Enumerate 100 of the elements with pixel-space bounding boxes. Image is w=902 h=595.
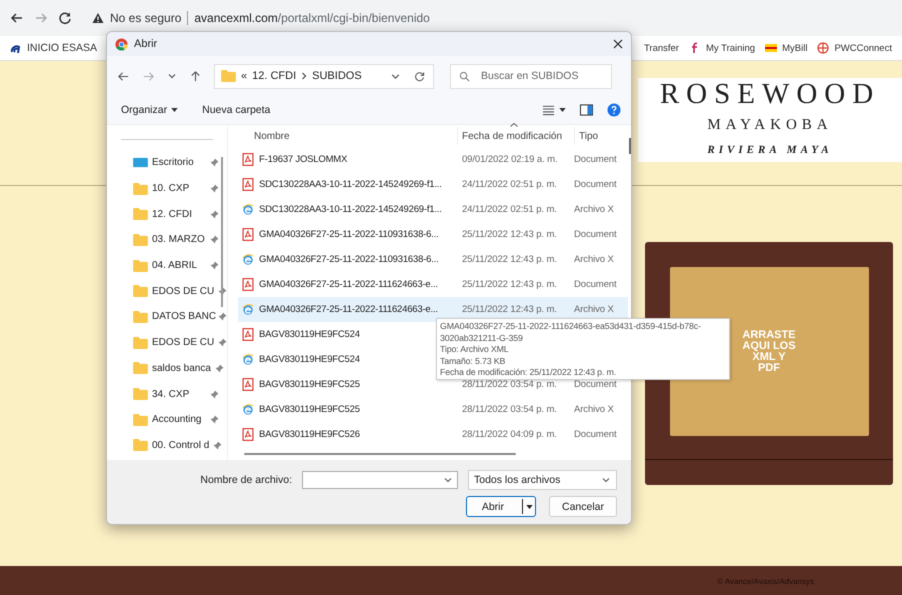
new-folder-button[interactable]: Nueva carpeta xyxy=(194,101,278,119)
file-type: Archivo X xyxy=(574,304,614,315)
pdf-file-icon xyxy=(242,328,254,341)
file-row[interactable]: GMA040326F27-25-11-2022-110931638-6... 25/11/2022 12:43 p. m. Document xyxy=(238,222,628,247)
cancel-button[interactable]: Cancelar xyxy=(549,496,617,517)
sidebar-item[interactable]: DATOS BANC xyxy=(107,304,227,330)
open-button[interactable]: Abrir xyxy=(466,496,536,517)
close-icon[interactable] xyxy=(613,39,623,49)
folder-icon xyxy=(133,388,148,400)
file-name: GMA040326F27-25-11-2022-111624663-e... xyxy=(259,304,438,315)
file-row[interactable]: GMA040326F27-25-11-2022-111624663-e... 25/11/2022 12:43 p. m. Archivo X xyxy=(238,297,628,322)
sidebar-item[interactable]: saldos banca xyxy=(107,356,227,382)
scrollbar-thumb[interactable] xyxy=(244,453,516,455)
refresh-icon xyxy=(414,70,425,82)
tooltip-text: Fecha de modificación: 25/11/2022 12:43 p. m. xyxy=(440,367,616,378)
sidebar-item[interactable]: 34. CXP xyxy=(107,381,227,407)
bookmark[interactable]: PWCConnect xyxy=(817,42,892,54)
file-date: 28/11/2022 03:54 p. m. xyxy=(462,404,557,415)
file-row[interactable]: SDC130228AA3-10-11-2022-145249269-f1... 24/11/2022 02:51 p. m. Document xyxy=(238,172,628,197)
sidebar-item[interactable]: 12. CFDI xyxy=(107,201,227,228)
tooltip-text: Tamaño: 5.73 KB xyxy=(440,356,506,367)
chevron-down-icon[interactable] xyxy=(167,71,177,81)
dialog-title: Abrir xyxy=(134,38,158,50)
search-icon xyxy=(459,70,470,82)
sidebar-item[interactable]: Escritorio xyxy=(107,150,227,176)
back-icon[interactable] xyxy=(117,70,130,82)
browser-e-icon xyxy=(242,403,254,416)
caret-icon xyxy=(526,504,533,508)
file-type: Document xyxy=(574,229,616,240)
pdf-file-icon xyxy=(242,378,254,391)
sidebar-item[interactable]: 00. Control d xyxy=(107,432,227,458)
file-date: 09/01/2022 02:19 a. m. xyxy=(462,154,558,165)
file-date: 25/11/2022 12:43 p. m. xyxy=(462,304,557,315)
pdf-file-icon xyxy=(242,278,254,291)
back-icon[interactable] xyxy=(10,11,24,25)
file-type: Archivo X xyxy=(574,204,614,215)
pdf-file-icon xyxy=(242,178,254,191)
folder-icon xyxy=(133,414,148,426)
file-name: SDC130228AA3-10-11-2022-145249269-f1... xyxy=(259,204,442,215)
folder-icon xyxy=(133,208,148,220)
browser-e-icon xyxy=(242,253,254,266)
sidebar-item[interactable]: 10. CXP xyxy=(107,176,227,202)
pdf-file-icon xyxy=(242,428,254,441)
chevron-down-icon xyxy=(443,475,453,485)
sidebar-item[interactable]: Accounting xyxy=(107,406,227,433)
logo-name: ROSEWOOD xyxy=(660,78,880,110)
stripes-icon xyxy=(765,42,778,54)
file-type: Archivo X xyxy=(574,254,614,265)
file-date: 24/11/2022 02:51 p. m. xyxy=(462,204,557,215)
folder-icon xyxy=(133,285,148,298)
bookmark[interactable]: INICIO ESASA xyxy=(10,42,98,54)
sidebar-item[interactable]: EDOS DE CU xyxy=(107,330,227,356)
folder-icon xyxy=(133,362,148,374)
preview-pane-icon[interactable] xyxy=(580,104,593,116)
scrollbar-thumb[interactable] xyxy=(629,138,631,154)
file-name: BAGV830119HE9FC524 xyxy=(259,329,360,340)
sidebar-item[interactable]: EDOS DE CU xyxy=(107,278,227,304)
globe-icon xyxy=(817,42,830,54)
organize-button[interactable]: Organizar xyxy=(113,101,186,119)
reload-icon[interactable] xyxy=(58,11,72,25)
file-row[interactable]: BAGV830119HE9FC525 28/11/2022 03:54 p. m. Archivo X xyxy=(238,397,628,422)
file-row[interactable]: BAGV830119HE9FC526 28/11/2022 04:09 p. m. Document xyxy=(238,422,628,447)
file-name: GMA040326F27-25-11-2022-110931638-6... xyxy=(259,229,439,240)
view-list-icon[interactable] xyxy=(542,104,555,116)
filename-field[interactable] xyxy=(302,471,458,489)
bookmark[interactable]: Transfer xyxy=(644,42,679,54)
sidebar-item[interactable]: 04. ABRIL xyxy=(107,252,227,278)
caret-icon[interactable] xyxy=(559,108,566,112)
breadcrumb-item[interactable]: SUBIDOS xyxy=(312,70,362,82)
file-row[interactable]: F-19637 JOSLOMMX 09/01/2022 02:19 a. m. Document xyxy=(238,147,628,172)
file-type: Document xyxy=(574,154,616,165)
help-icon[interactable] xyxy=(607,103,621,117)
browser-e-icon xyxy=(242,353,254,366)
folder-icon xyxy=(133,260,148,272)
file-row[interactable]: GMA040326F27-25-11-2022-111624663-e... 25/11/2022 12:43 p. m. Document xyxy=(238,272,628,297)
file-type: Document xyxy=(574,379,616,390)
overflow-marker: « xyxy=(241,70,248,82)
browser-e-icon xyxy=(242,303,254,316)
tooltip-text: Tipo: Archivo XML xyxy=(440,344,509,356)
bookmark[interactable]: My Training xyxy=(688,42,756,54)
path-bar[interactable]: « 12. CFDI SUBIDOS xyxy=(214,64,434,88)
bookmark[interactable]: MyBill xyxy=(765,42,808,54)
folder-icon xyxy=(133,234,148,246)
column-header[interactable]: Fecha de modificación xyxy=(458,127,575,145)
file-row[interactable]: SDC130228AA3-10-11-2022-145249269-f1... 24/11/2022 02:51 p. m. Archivo X xyxy=(238,197,628,222)
file-name: BAGV830119HE9FC526 xyxy=(259,429,360,440)
logo-region: RIVIERA MAYA xyxy=(707,144,833,156)
sidebar-item[interactable]: 03. MARZO xyxy=(107,227,227,253)
file-name: BAGV830119HE9FC524 xyxy=(259,354,360,365)
folder-icon xyxy=(133,310,148,323)
search-field[interactable]: Buscar en SUBIDOS xyxy=(450,64,612,88)
breadcrumb-item[interactable]: 12. CFDI xyxy=(252,70,296,82)
file-row[interactable]: GMA040326F27-25-11-2022-110931638-6... 25/11/2022 12:43 p. m. Archivo X xyxy=(238,247,628,272)
file-date: 28/11/2022 03:54 p. m. xyxy=(462,379,557,390)
desktop-icon xyxy=(133,156,148,169)
file-type-dropdown[interactable]: Todos los archivos xyxy=(468,470,617,490)
file-type: Document xyxy=(574,179,616,190)
column-header[interactable]: Tipo xyxy=(575,127,631,145)
up-arrow-icon[interactable] xyxy=(189,70,202,82)
column-header[interactable]: Nombre xyxy=(238,127,458,145)
